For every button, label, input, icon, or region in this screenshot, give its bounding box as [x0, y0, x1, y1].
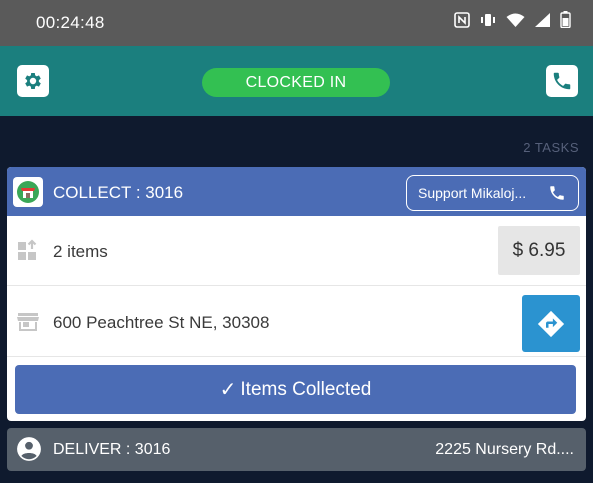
wifi-icon — [506, 13, 525, 27]
status-icons — [454, 11, 571, 28]
phone-icon — [550, 186, 564, 200]
phone-icon — [553, 72, 571, 90]
directions-icon — [537, 310, 565, 337]
vibrate-icon — [481, 13, 495, 26]
status-time: 00:24:48 — [36, 13, 105, 32]
directions-button[interactable] — [522, 295, 580, 352]
storefront-icon — [17, 313, 39, 331]
collect-task-card: COLLECT : 3016 Support Mikaloj... 2 item… — [7, 167, 586, 421]
user-avatar-icon — [17, 437, 41, 461]
items-icon — [18, 239, 37, 260]
app-header: CLOCKED IN — [0, 46, 593, 116]
deliver-task-card[interactable]: DELIVER : 3016 2225 Nursery Rd.... — [7, 428, 586, 471]
battery-icon — [560, 11, 571, 28]
address-row[interactable]: 600 Peachtree St NE, 30308 — [7, 287, 586, 357]
gear-icon — [25, 73, 41, 89]
support-call-button[interactable]: Support Mikaloj... — [406, 175, 579, 211]
collect-task-title: COLLECT : 3016 — [53, 183, 184, 202]
delivery-address: 2225 Nursery Rd.... — [435, 441, 574, 458]
call-button[interactable] — [546, 65, 578, 97]
deliver-task-title: DELIVER : 3016 — [53, 441, 171, 458]
nfc-icon — [454, 11, 470, 28]
status-bar: 00:24:48 — [0, 0, 593, 46]
task-list[interactable]: 2 TASKS COLLECT : 3016 Support Mikaloj..… — [0, 116, 593, 483]
pickup-address: 600 Peachtree St NE, 30308 — [53, 313, 270, 332]
clocked-in-status[interactable]: CLOCKED IN — [202, 68, 390, 97]
items-collected-label: Items Collected — [240, 378, 372, 400]
items-row[interactable]: 2 items $ 6.95 — [7, 216, 586, 286]
check-icon: ✓ — [219, 379, 237, 401]
store-icon — [13, 177, 43, 207]
support-button-label: Support Mikaloj... — [418, 185, 527, 201]
tasks-count: 2 TASKS — [523, 140, 579, 155]
signal-icon — [535, 12, 550, 27]
collect-task-header: COLLECT : 3016 Support Mikaloj... — [7, 167, 586, 216]
items-count: 2 items — [53, 242, 108, 261]
settings-button[interactable] — [17, 65, 49, 97]
items-collected-button[interactable]: ✓ Items Collected — [15, 365, 576, 414]
order-price: $ 6.95 — [498, 226, 580, 275]
